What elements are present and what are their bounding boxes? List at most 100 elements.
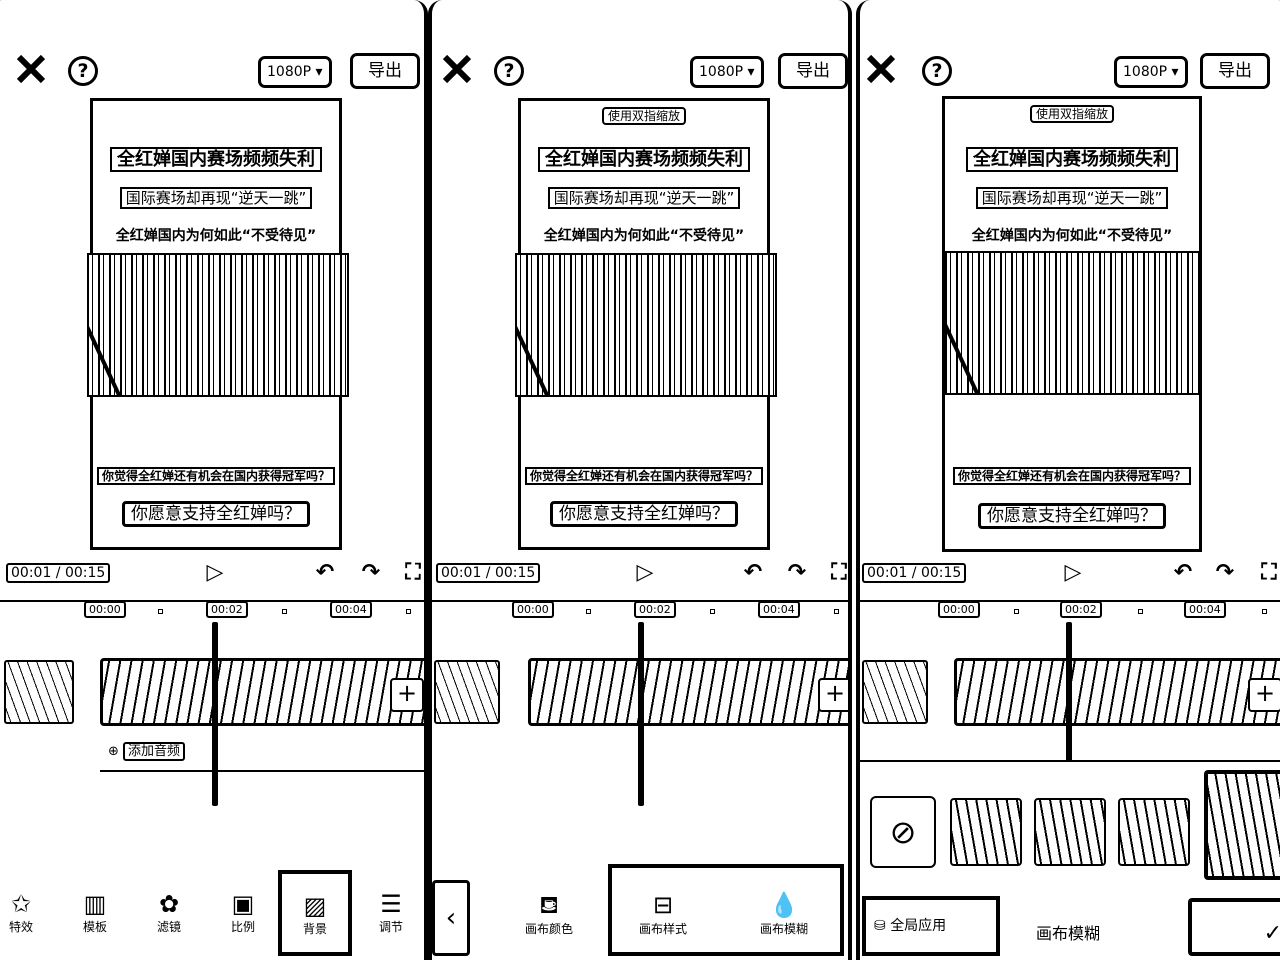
tool-template[interactable]: ▥ 模板 [70, 890, 120, 935]
confirm-button[interactable]: ✓ [1188, 898, 1280, 956]
undo-icon[interactable]: ↶ [740, 560, 766, 585]
apply-all-label: 全局应用 [890, 918, 947, 934]
tool-label: 比例 [230, 920, 255, 934]
tool-adjust[interactable]: ☰ 调节 [366, 890, 416, 935]
video-canvas[interactable]: 使用双指缩放 全红婵国内赛场频频失利 国际赛场却再现“逆天一跳” 全红婵国内为何… [942, 96, 1202, 552]
undo-icon[interactable]: ↶ [312, 560, 338, 585]
time-display: 00:01 / 00:15 [436, 563, 541, 583]
tick-dot [282, 609, 287, 614]
star-icon: ✩ [10, 890, 32, 918]
tick-dot [406, 609, 411, 614]
video-canvas[interactable]: 全红婵国内赛场频频失利 国际赛场却再现“逆天一跳” 全红婵国内为何如此“不受待见… [87, 98, 349, 550]
tick-dot [1014, 609, 1019, 614]
help-icon[interactable]: ? [68, 56, 98, 86]
tool-label: 调节 [378, 920, 403, 934]
tool-label: 滤镜 [156, 920, 181, 934]
redo-icon[interactable]: ↷ [358, 560, 384, 585]
apply-all-button[interactable]: ⛁ 全局应用 [862, 896, 1000, 956]
video-track[interactable] [954, 658, 1280, 726]
video-track[interactable] [528, 658, 848, 726]
tick-4: 00:04 [758, 601, 800, 618]
blur-option-3[interactable] [1118, 798, 1190, 866]
play-icon[interactable]: ▷ [632, 560, 658, 585]
add-audio-button[interactable]: ⊕ 添加音频 [108, 740, 186, 761]
redo-icon[interactable]: ↷ [784, 560, 810, 585]
blur-option-1[interactable] [950, 798, 1022, 866]
add-clip-button[interactable]: + [390, 678, 424, 712]
resolution-dropdown[interactable]: 1080P ▾ [690, 56, 764, 88]
canvas-support-question: 你愿意支持全红婵吗？ [93, 499, 339, 527]
blur-none-option[interactable]: ⊘ [870, 796, 936, 868]
help-icon[interactable]: ? [922, 56, 952, 86]
section-title: 画布模糊 [1036, 924, 1101, 943]
help-icon[interactable]: ? [494, 56, 524, 86]
phone-panel-1: ? 1080P ▾ 导出 全红婵国内赛场频频失利 国际赛场却再现“逆天一跳” 全… [0, 0, 428, 960]
tick-dot [1138, 609, 1143, 614]
tool-effects[interactable]: ✩ 特效 [0, 890, 46, 935]
canvas-bottom-question: 你觉得全红婵还有机会在国内获得冠军吗？ [93, 467, 339, 485]
canvas-title: 全红婵国内赛场频频失利 [945, 145, 1199, 172]
play-icon[interactable]: ▷ [1060, 560, 1086, 585]
tick-4: 00:04 [1184, 601, 1226, 618]
add-clip-button[interactable]: + [818, 678, 848, 712]
blur-option-2[interactable] [1034, 798, 1106, 866]
export-button[interactable]: 导出 [350, 53, 420, 89]
tool-label: 模板 [82, 920, 107, 934]
background-icon: ▨ [303, 892, 327, 920]
adjust-icon: ☰ [380, 890, 402, 918]
tick-2: 00:02 [634, 601, 676, 618]
resolution-label: 1080P [699, 64, 744, 80]
fullscreen-icon[interactable]: ⛶ [1256, 560, 1280, 585]
resolution-dropdown[interactable]: 1080P ▾ [258, 56, 332, 88]
tool-ratio[interactable]: ▣ 比例 [218, 890, 268, 935]
close-icon[interactable] [440, 52, 474, 86]
back-button[interactable]: ‹ [432, 880, 470, 956]
cover-clip[interactable] [434, 660, 500, 724]
play-icon[interactable]: ▷ [202, 560, 228, 585]
tick-dot [158, 609, 163, 614]
canvas-support-question: 你愿意支持全红婵吗？ [945, 501, 1199, 529]
resolution-label: 1080P [267, 64, 312, 80]
fullscreen-icon[interactable]: ⛶ [400, 560, 424, 585]
canvas-subtitle: 国际赛场却再现“逆天一跳” [93, 187, 339, 209]
canvas-subtitle: 国际赛场却再现“逆天一跳” [945, 187, 1199, 209]
pinch-hint: 使用双指缩放 [945, 105, 1199, 123]
tool-filter[interactable]: ✿ 滤镜 [144, 890, 194, 935]
prohibit-icon: ⊘ [889, 813, 917, 851]
export-button[interactable]: 导出 [1200, 53, 1270, 89]
cover-clip[interactable] [862, 660, 928, 724]
canvas-blur-button[interactable]: 💧 画布模糊 [748, 890, 820, 937]
playhead[interactable] [638, 622, 644, 806]
paint-bucket-icon: ⛾ [539, 891, 559, 919]
resolution-dropdown[interactable]: 1080P ▾ [1114, 56, 1188, 88]
export-button[interactable]: 导出 [778, 53, 848, 89]
close-icon[interactable] [14, 52, 48, 86]
video-canvas[interactable]: 使用双指缩放 全红婵国内赛场频频失利 国际赛场却再现“逆天一跳” 全红婵国内为何… [515, 98, 777, 550]
tick-dot [710, 609, 715, 614]
filter-icon: ✿ [158, 890, 180, 918]
close-icon[interactable] [864, 52, 898, 86]
video-track[interactable] [100, 658, 424, 726]
video-frame [87, 253, 349, 397]
option-label: 画布模糊 [759, 922, 808, 936]
video-frame [515, 253, 777, 397]
undo-icon[interactable]: ↶ [1170, 560, 1196, 585]
tool-background[interactable]: ▨ 背景 [278, 870, 352, 956]
fullscreen-icon[interactable]: ⛶ [826, 560, 848, 585]
blur-option-4-selected[interactable] [1204, 770, 1280, 880]
check-icon: ✓ [1264, 921, 1280, 946]
add-clip-button[interactable]: + [1248, 678, 1280, 712]
playhead[interactable] [1066, 622, 1072, 762]
playhead[interactable] [212, 622, 218, 806]
layers-icon: ⛁ [874, 918, 886, 934]
canvas-subtitle: 国际赛场却再现“逆天一跳” [521, 187, 767, 209]
phone-panel-2: ? 1080P ▾ 导出 使用双指缩放 全红婵国内赛场频频失利 国际赛场却再现“… [428, 0, 852, 960]
tool-label: 特效 [8, 920, 33, 934]
canvas-color-button[interactable]: ⛾ 画布颜色 [516, 890, 582, 937]
option-label: 画布样式 [638, 922, 687, 936]
canvas-style-button[interactable]: ⊟ 画布样式 [630, 890, 696, 937]
time-display: 00:01 / 00:15 [6, 563, 111, 583]
redo-icon[interactable]: ↷ [1212, 560, 1238, 585]
cover-clip[interactable] [4, 660, 74, 724]
tick-0: 00:00 [512, 601, 554, 618]
